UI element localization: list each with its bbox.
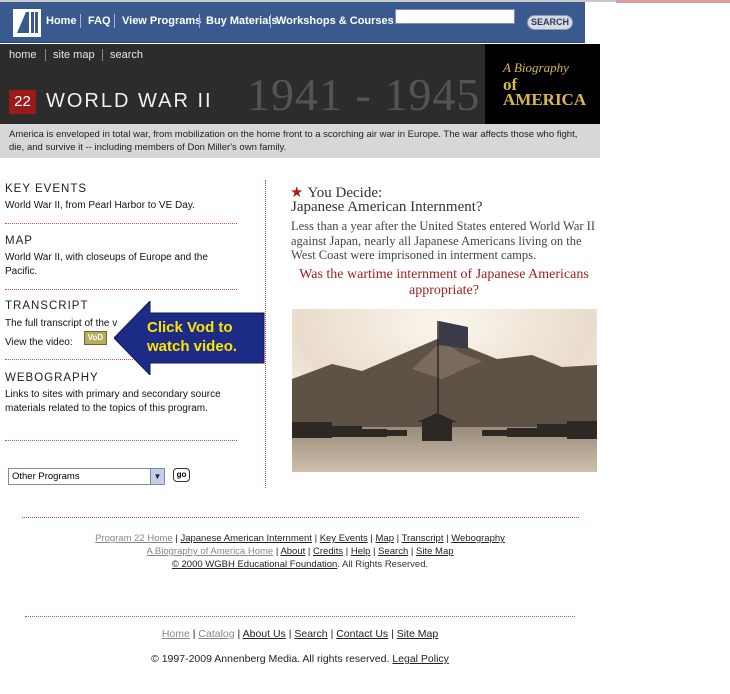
section-divider <box>5 289 237 290</box>
nav-faq[interactable]: FAQ <box>88 15 111 27</box>
nav-workshops-courses[interactable]: Workshops & Courses <box>276 15 394 27</box>
annenberg-copyright-text: © 1997-2009 Annenberg Media. All rights … <box>151 653 390 665</box>
footer-link-program-home[interactable]: Program 22 Home <box>95 533 173 544</box>
section-divider <box>5 440 237 441</box>
footer-separator: | <box>311 533 320 544</box>
bottom-link-site-map[interactable]: Site Map <box>397 628 438 640</box>
nav-buy-materials[interactable]: Buy Materials <box>206 15 278 27</box>
footer-link-webography[interactable]: Webography <box>451 533 505 544</box>
legal-policy-link[interactable]: Legal Policy <box>392 653 449 665</box>
footer-separator: | <box>367 533 376 544</box>
footer-link-wgbh[interactable]: © 2000 WGBH Educational Foundation <box>172 559 337 570</box>
map-text: World War II, with closeups of Europe an… <box>5 252 208 277</box>
footer-separator: | <box>327 628 337 640</box>
footer-link-credits[interactable]: Credits <box>313 546 343 557</box>
footer-separator: | <box>408 546 417 557</box>
webography-heading[interactable]: WEBOGRAPHY <box>5 372 99 384</box>
bottom-link-about-us[interactable]: About Us <box>243 628 286 640</box>
footer-link-internment[interactable]: Japanese American Internment <box>180 533 312 544</box>
footer-separator: | <box>388 628 397 640</box>
footer-link-transcript[interactable]: Transcript <box>402 533 444 544</box>
series-logo-text: A Biography of AMERICA <box>503 60 593 109</box>
footer-link-help[interactable]: Help <box>351 546 371 557</box>
transcript-heading[interactable]: TRANSCRIPT <box>5 300 88 312</box>
series-logo[interactable]: A Biography of AMERICA <box>485 44 600 124</box>
footer-link-site-map[interactable]: Site Map <box>416 546 454 557</box>
footer-divider <box>25 616 575 617</box>
program-title: WORLD WAR II <box>46 90 213 112</box>
nav-divider <box>80 14 81 28</box>
footer-separator: | <box>394 533 402 544</box>
bottom-link-catalog[interactable]: Catalog <box>198 628 234 640</box>
nav-home[interactable]: Home <box>46 15 77 27</box>
chevron-down-icon[interactable]: ▼ <box>150 469 164 484</box>
footer-series-links: A Biography of America Home | About | Cr… <box>0 546 600 557</box>
internment-camp-photo[interactable] <box>292 309 597 472</box>
footer-separator: | <box>370 546 379 557</box>
program-years: 1941 - 1945 <box>247 69 481 120</box>
sub-nav-divider <box>102 49 103 61</box>
topic-question[interactable]: Was the wartime internment of Japanese A… <box>291 267 597 299</box>
callout-arrow: Click Vod to watch video. <box>114 301 265 375</box>
vod-button[interactable]: VoD <box>84 331 107 345</box>
series-logo-line1: A Biography <box>503 60 569 75</box>
sub-nav-search[interactable]: search <box>110 49 143 61</box>
bottom-link-home[interactable]: Home <box>162 628 190 640</box>
search-button[interactable]: SEARCH <box>527 15 573 30</box>
bottom-link-contact-us[interactable]: Contact Us <box>336 628 388 640</box>
callout-line1: Click Vod to <box>147 319 233 336</box>
nav-divider <box>114 14 115 28</box>
footer-link-series-home[interactable]: A Biography of America Home <box>146 546 273 557</box>
nav-divider <box>270 14 271 28</box>
section-divider <box>5 223 237 224</box>
program-banner: home site map search 1941 - 1945 22 WORL… <box>0 44 600 124</box>
go-button[interactable]: go <box>173 468 190 482</box>
annenberg-footer-links: Home | Catalog | About Us | Search | Con… <box>0 628 600 640</box>
footer-link-map[interactable]: Map <box>376 533 394 544</box>
topic-description: Less than a year after the United States… <box>291 219 596 262</box>
footer-copyright: © 2000 WGBH Educational Foundation. All … <box>0 559 600 570</box>
topic-title[interactable]: Japanese American Internment? <box>291 199 483 216</box>
footer-divider <box>22 517 579 518</box>
other-programs-selected: Other Programs <box>12 471 80 482</box>
callout-line2: watch video. <box>146 338 237 355</box>
webography-text: Links to sites with primary and secondar… <box>5 389 221 414</box>
sub-nav-site-map[interactable]: site map <box>53 49 95 61</box>
sub-nav-home[interactable]: home <box>9 49 37 61</box>
search-input[interactable] <box>395 9 515 24</box>
other-programs-select[interactable]: Other Programs ▼ <box>8 468 165 485</box>
footer-link-search[interactable]: Search <box>378 546 408 557</box>
footer-program-links: Program 22 Home | Japanese American Inte… <box>0 533 600 544</box>
footer-separator: | <box>305 546 314 557</box>
footer-link-about[interactable]: About <box>280 546 305 557</box>
nav-view-programs[interactable]: View Programs <box>122 15 201 27</box>
sub-nav-divider <box>45 49 46 61</box>
bottom-link-search[interactable]: Search <box>294 628 327 640</box>
footer-separator: | <box>234 628 243 640</box>
map-heading[interactable]: MAP <box>5 235 33 247</box>
footer-link-key-events[interactable]: Key Events <box>320 533 368 544</box>
key-events-heading[interactable]: KEY EVENTS <box>5 183 87 195</box>
nav-divider <box>199 14 200 28</box>
footer-separator: | <box>343 546 351 557</box>
annenberg-copyright: © 1997-2009 Annenberg Media. All rights … <box>0 653 600 665</box>
series-logo-line2: of AMERICA <box>503 75 587 109</box>
key-events-text: World War II, from Pearl Harbor to VE Da… <box>5 200 195 211</box>
top-decoration-accent <box>616 0 730 3</box>
annenberg-logo-icon[interactable] <box>13 9 41 37</box>
site-header: Home FAQ View Programs Buy Materials Wor… <box>0 2 585 43</box>
program-number-badge: 22 <box>9 90 36 114</box>
program-intro: America is enveloped in total war, from … <box>0 124 600 158</box>
footer-copyright-text: . All Rights Reserved. <box>337 559 429 570</box>
